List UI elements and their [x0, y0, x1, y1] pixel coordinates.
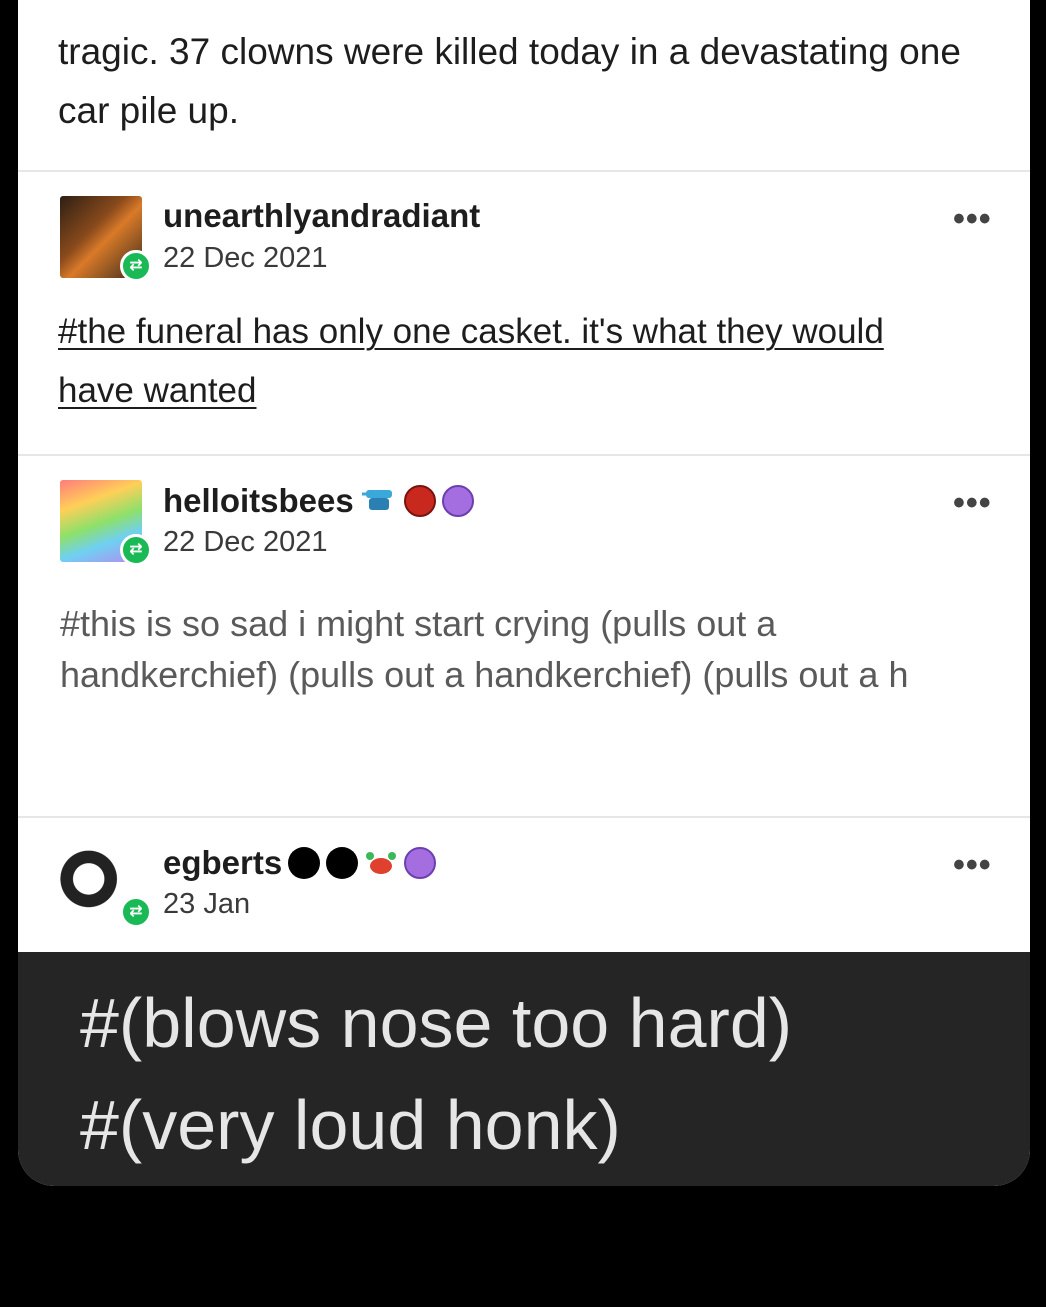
username[interactable]: helloitsbees [163, 482, 474, 520]
tags-list: #(blows nose too hard) #(very loud honk) [80, 972, 792, 1176]
reblog-helloitsbees: ⇄ helloitsbees 22 Dec 2021 ••• #this is … [18, 456, 1030, 816]
red-hexagon-badge-icon[interactable] [403, 485, 436, 517]
reblog-unearthlyandradiant: ⇄ unearthlyandradiant 22 Dec 2021 ••• #t… [18, 172, 1030, 454]
reblog-icon: ⇄ [120, 896, 152, 928]
post-date: 22 Dec 2021 [163, 242, 328, 274]
wind-up-toy-badge-icon[interactable] [360, 486, 398, 516]
username[interactable]: unearthlyandradiant [163, 197, 480, 235]
tags-text[interactable]: #this is so sad i might start crying (pu… [60, 598, 970, 700]
reblog-icon: ⇄ [120, 534, 152, 566]
post-body-text: tragic. 37 clowns were killed today in a… [58, 31, 961, 131]
post-card: tragic. 37 clowns were killed today in a… [18, 0, 1030, 1186]
more-options-icon[interactable]: ••• [953, 200, 992, 239]
black-dot-icon[interactable] [326, 847, 359, 879]
post-date: 22 Dec 2021 [163, 526, 328, 558]
username[interactable]: egberts [163, 844, 437, 882]
tags-panel: #(blows nose too hard) #(very loud honk) [18, 952, 1030, 1186]
more-options-icon[interactable]: ••• [953, 484, 992, 523]
more-options-icon[interactable]: ••• [953, 846, 992, 885]
tag-item[interactable]: #(very loud honk) [80, 1074, 792, 1176]
tag-item[interactable]: #(blows nose too hard) [80, 972, 792, 1074]
post-date: 23 Jan [163, 888, 251, 920]
reblog-icon: ⇄ [120, 250, 152, 282]
purple-paw-badge-icon[interactable] [404, 847, 437, 879]
tag-link[interactable]: #the funeral has only one casket. it's w… [58, 302, 958, 420]
black-dot-icon[interactable] [288, 847, 321, 879]
crab-badge-icon[interactable] [364, 848, 398, 878]
reblog-egberts: ⇄ egberts 23 Jan ••• [18, 818, 1030, 952]
purple-paw-badge-icon[interactable] [441, 485, 474, 517]
